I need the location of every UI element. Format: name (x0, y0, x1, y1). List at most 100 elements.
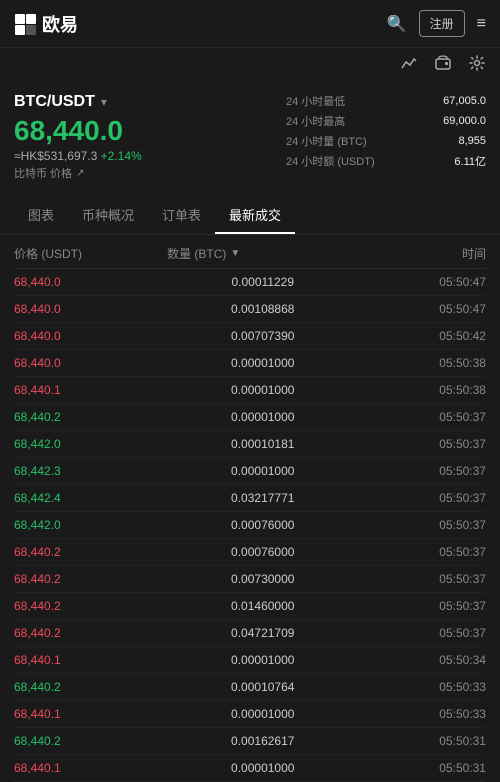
stat-row: 24 小时量 (BTC) 8,955 (286, 133, 486, 149)
amount-col-header: 数量 (BTC) ▼ (167, 245, 358, 262)
trade-price: 68,440.2 (14, 680, 167, 694)
trade-price: 68,440.1 (14, 761, 167, 775)
trade-price: 68,440.2 (14, 626, 167, 640)
trade-time: 05:50:37 (358, 410, 486, 424)
filter-icon[interactable]: ▼ (230, 248, 240, 259)
price-hk-value: ≈HK$531,697.3 (14, 149, 97, 163)
trade-time: 05:50:47 (358, 302, 486, 316)
trade-price: 68,440.0 (14, 329, 167, 343)
table-row: 68,440.1 0.00001000 05:50:33 (14, 701, 486, 728)
tab-图表[interactable]: 图表 (14, 195, 68, 234)
trade-time: 05:50:37 (358, 464, 486, 478)
stat-label-1: 24 小时最高 (286, 113, 345, 129)
tab-币种概况[interactable]: 币种概况 (68, 195, 148, 234)
table-row: 68,440.2 0.04721709 05:50:37 (14, 620, 486, 647)
sub-header (0, 48, 500, 83)
trading-stats: 24 小时最低 67,005.0 24 小时最高 69,000.0 24 小时量… (286, 93, 486, 181)
stat-label-0: 24 小时最低 (286, 93, 345, 109)
table-row: 68,442.4 0.03217771 05:50:37 (14, 485, 486, 512)
stat-row: 24 小时最低 67,005.0 (286, 93, 486, 109)
trade-time: 05:50:37 (358, 545, 486, 559)
trade-time: 05:50:47 (358, 275, 486, 289)
table-row: 68,440.0 0.00011229 05:50:47 (14, 269, 486, 296)
price-subtitle-text: 比特币 价格 (14, 165, 72, 181)
trade-amount: 0.00108868 (167, 302, 358, 316)
trade-time: 05:50:33 (358, 680, 486, 694)
trade-price: 68,440.2 (14, 734, 167, 748)
trade-price: 68,442.4 (14, 491, 167, 505)
trade-price: 68,440.1 (14, 653, 167, 667)
trade-amount: 0.00011229 (167, 275, 358, 289)
trade-price: 68,440.2 (14, 545, 167, 559)
stat-value-3: 6.11亿 (454, 153, 486, 169)
table-row: 68,440.2 0.00010764 05:50:33 (14, 674, 486, 701)
trade-amount: 0.04721709 (167, 626, 358, 640)
trade-time: 05:50:33 (358, 707, 486, 721)
trade-price: 68,440.0 (14, 275, 167, 289)
chart-icon[interactable] (400, 54, 418, 77)
time-col-header: 时间 (358, 245, 486, 262)
trade-time: 05:50:34 (358, 653, 486, 667)
trade-time: 05:50:31 (358, 761, 486, 775)
trade-amount: 0.00001000 (167, 383, 358, 397)
logo-icon (14, 13, 36, 35)
trade-amount: 0.00010764 (167, 680, 358, 694)
settings-icon[interactable] (468, 54, 486, 77)
trade-time: 05:50:42 (358, 329, 486, 343)
trade-time: 05:50:31 (358, 734, 486, 748)
logo-text: 欧易 (42, 11, 78, 37)
trade-amount: 0.00001000 (167, 761, 358, 775)
tabs: 图表币种概况订单表最新成交 (0, 195, 500, 235)
logo-area: 欧易 (14, 11, 78, 37)
trade-rows-container: 68,440.0 0.00011229 05:50:47 68,440.0 0.… (14, 269, 486, 782)
price-main: 68,440.0 (14, 115, 276, 147)
trade-amount: 0.00076000 (167, 545, 358, 559)
table-row: 68,442.0 0.00076000 05:50:37 (14, 512, 486, 539)
menu-icon[interactable]: ≡ (477, 15, 486, 33)
trade-price: 68,440.2 (14, 410, 167, 424)
stat-row: 24 小时最高 69,000.0 (286, 113, 486, 129)
table-row: 68,440.2 0.00076000 05:50:37 (14, 539, 486, 566)
table-row: 68,442.0 0.00010181 05:50:37 (14, 431, 486, 458)
trade-time: 05:50:37 (358, 599, 486, 613)
trade-list: 价格 (USDT) 数量 (BTC) ▼ 时间 68,440.0 0.00011… (0, 235, 500, 782)
pair-arrow: ▾ (101, 95, 107, 109)
table-row: 68,440.1 0.00001000 05:50:38 (14, 377, 486, 404)
external-link-icon[interactable]: ↗ (76, 168, 84, 179)
price-hk: ≈HK$531,697.3 +2.14% (14, 149, 276, 163)
trade-price: 68,440.0 (14, 302, 167, 316)
trade-amount: 0.03217771 (167, 491, 358, 505)
trade-amount: 0.00001000 (167, 410, 358, 424)
trade-price: 68,440.2 (14, 572, 167, 586)
trade-time: 05:50:37 (358, 437, 486, 451)
trade-amount: 0.00001000 (167, 356, 358, 370)
trading-info: BTC/USDT ▾ 68,440.0 ≈HK$531,697.3 +2.14%… (0, 83, 500, 191)
trade-table-header: 价格 (USDT) 数量 (BTC) ▼ 时间 (14, 235, 486, 269)
trade-time: 05:50:38 (358, 356, 486, 370)
trading-left: BTC/USDT ▾ 68,440.0 ≈HK$531,697.3 +2.14%… (14, 93, 276, 181)
trade-amount: 0.00001000 (167, 653, 358, 667)
trade-amount: 0.00001000 (167, 707, 358, 721)
table-row: 68,440.2 0.00730000 05:50:37 (14, 566, 486, 593)
trade-price: 68,440.2 (14, 599, 167, 613)
stat-label-3: 24 小时额 (USDT) (286, 153, 375, 169)
trade-amount: 0.00010181 (167, 437, 358, 451)
tab-订单表[interactable]: 订单表 (148, 195, 215, 234)
tab-最新成交[interactable]: 最新成交 (215, 195, 295, 234)
wallet-icon[interactable] (434, 54, 452, 77)
trade-price: 68,442.3 (14, 464, 167, 478)
price-col-header: 价格 (USDT) (14, 245, 167, 262)
trade-price: 68,442.0 (14, 518, 167, 532)
search-icon[interactable]: 🔍 (387, 14, 407, 34)
trade-amount: 0.00730000 (167, 572, 358, 586)
trade-price: 68,440.1 (14, 383, 167, 397)
table-row: 68,440.2 0.00162617 05:50:31 (14, 728, 486, 755)
pair-name: BTC/USDT (14, 93, 95, 111)
table-row: 68,440.2 0.01460000 05:50:37 (14, 593, 486, 620)
stat-value-1: 69,000.0 (443, 115, 486, 127)
table-row: 68,440.0 0.00108868 05:50:47 (14, 296, 486, 323)
stat-row: 24 小时额 (USDT) 6.11亿 (286, 153, 486, 169)
register-button[interactable]: 注册 (419, 10, 465, 37)
header: 欧易 🔍 注册 ≡ (0, 0, 500, 48)
trade-amount: 0.00707390 (167, 329, 358, 343)
